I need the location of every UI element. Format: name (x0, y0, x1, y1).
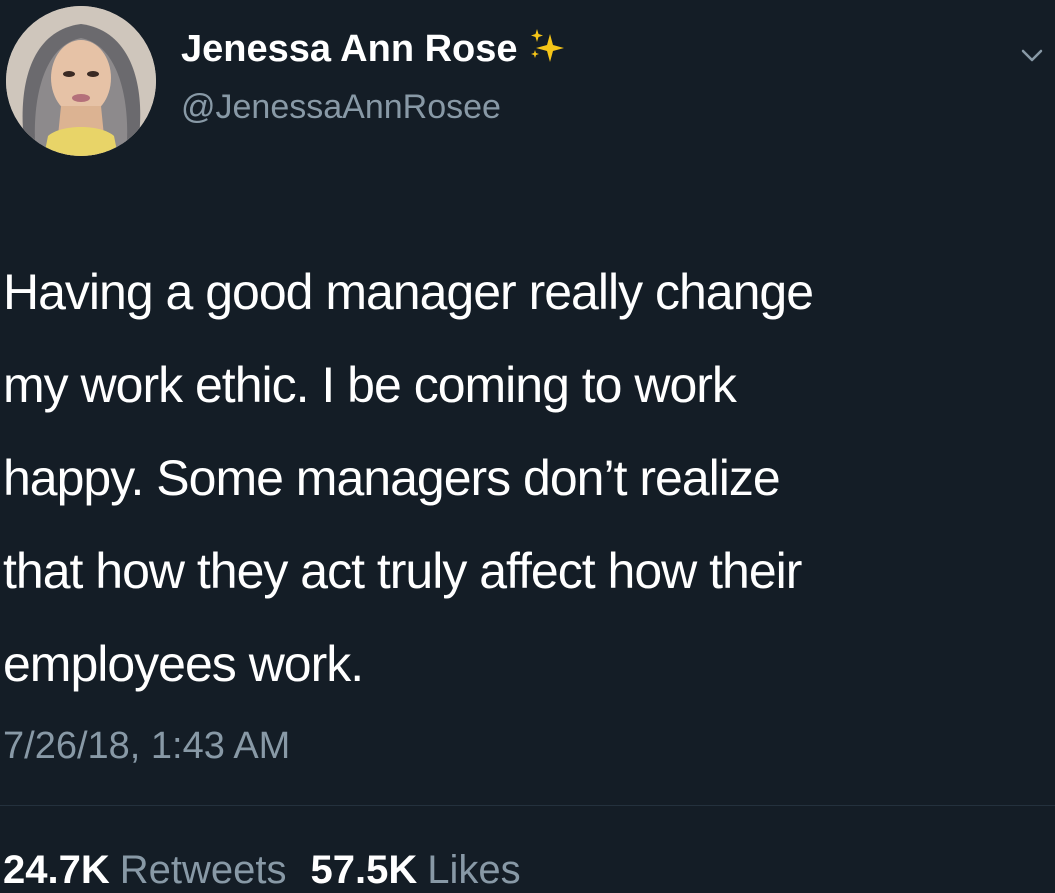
user-handle[interactable]: @JenessaAnnRosee (181, 88, 501, 127)
tweet-text: Having a good manager really change my w… (3, 264, 814, 692)
retweets-label[interactable]: Retweets (120, 848, 287, 893)
chevron-down-icon[interactable] (1017, 40, 1047, 70)
name-row: Jenessa Ann Rose (181, 28, 568, 71)
avatar[interactable] (6, 6, 156, 156)
tweet-card: Jenessa Ann Rose @JenessaAnnRosee Having… (0, 0, 1055, 893)
profile-photo (6, 6, 156, 156)
tweet-stats: 24.7K Retweets 57.5K Likes (3, 848, 545, 893)
divider (0, 805, 1055, 806)
retweets-count[interactable]: 24.7K (3, 848, 110, 893)
tweet-timestamp[interactable]: 7/26/18, 1:43 AM (3, 725, 290, 768)
likes-label[interactable]: Likes (427, 848, 520, 893)
likes-count[interactable]: 57.5K (311, 848, 418, 893)
display-name[interactable]: Jenessa Ann Rose (181, 28, 518, 71)
sparkles-icon (530, 28, 564, 62)
